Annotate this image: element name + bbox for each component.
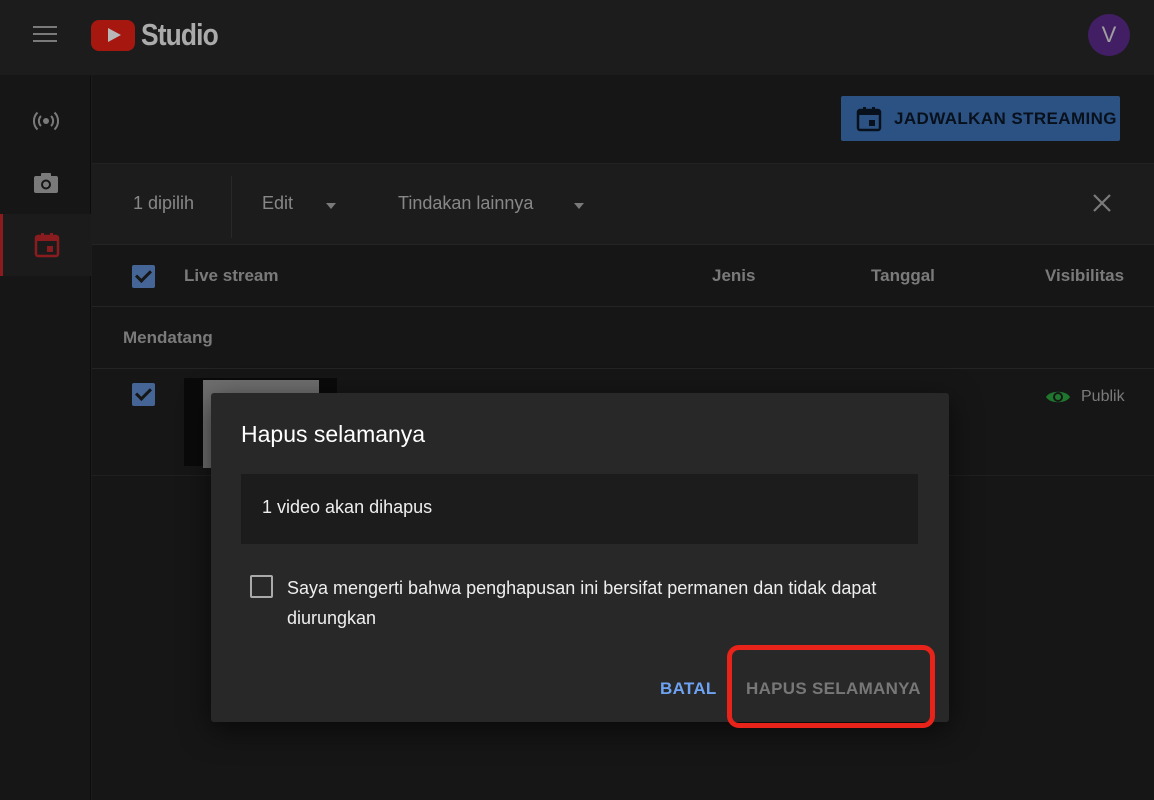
confirm-text[interactable]: Saya mengerti bahwa penghapusan ini bers… xyxy=(287,573,897,633)
dialog-info-box: 1 video akan dihapus xyxy=(241,474,918,544)
studio-app: Studio V JADWALKAN STREAMING 1 dipilih E… xyxy=(0,0,1154,800)
dialog-info-text: 1 video akan dihapus xyxy=(262,497,433,517)
dialog-title: Hapus selamanya xyxy=(241,421,426,447)
cancel-button[interactable]: BATAL xyxy=(660,679,717,699)
highlight-annotation xyxy=(727,645,935,728)
confirm-checkbox[interactable] xyxy=(250,575,273,598)
